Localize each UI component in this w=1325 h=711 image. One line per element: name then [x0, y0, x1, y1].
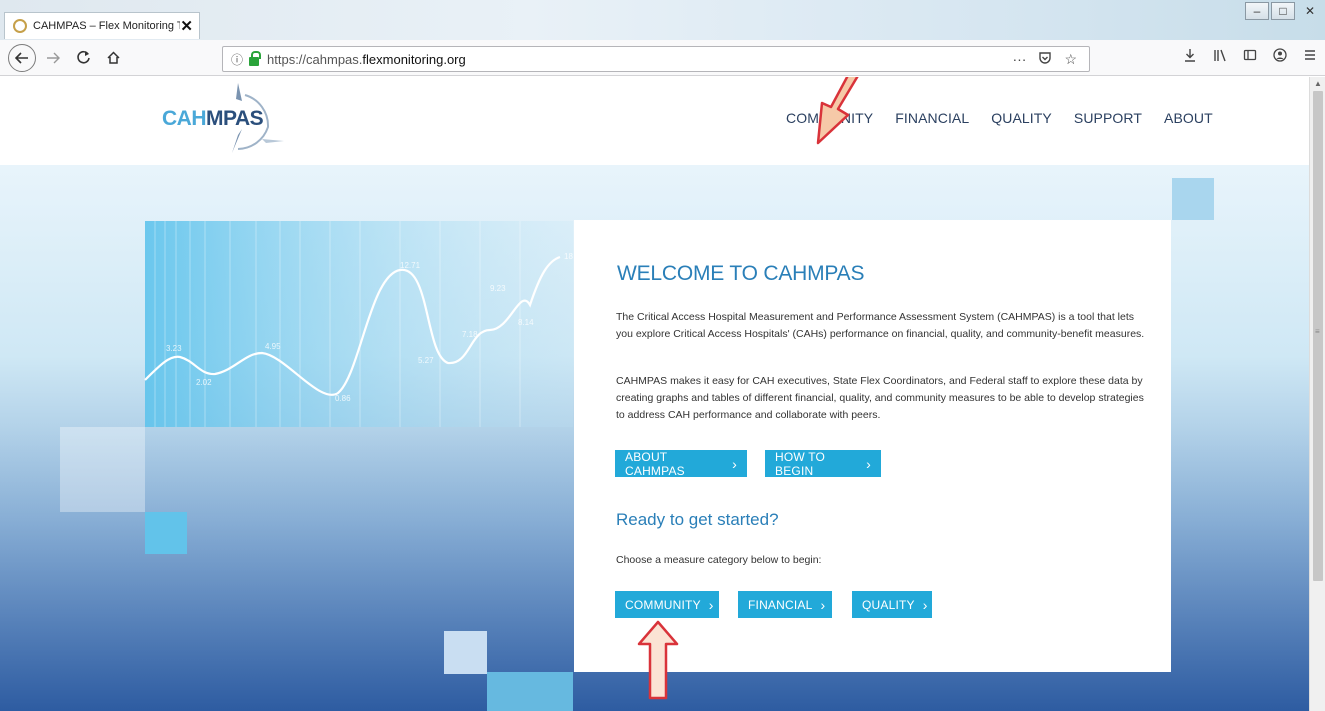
chevron-right-icon: ›: [866, 455, 871, 472]
ready-heading: Ready to get started?: [616, 510, 779, 529]
page-viewport: CAHMPAS COMMUNITY FINANCIAL QUALITY SUPP…: [0, 77, 1309, 711]
nav-about[interactable]: ABOUT: [1164, 110, 1213, 126]
window-controls: – □ ✕: [1243, 0, 1325, 24]
scrollbar-thumb[interactable]: [1313, 91, 1323, 581]
how-to-begin-button[interactable]: HOW TO BEGIN ›: [765, 449, 881, 478]
account-icon[interactable]: [1273, 48, 1287, 65]
chevron-right-icon: ›: [922, 596, 928, 613]
description-paragraph: CAHMPAS makes it easy for CAH executives…: [616, 375, 1144, 421]
tab-close-icon[interactable]: ✕: [180, 17, 193, 35]
chart-label-5: 12.71: [400, 261, 421, 270]
community-button[interactable]: COMMUNITY ›: [615, 591, 719, 618]
site-favicon-icon: [13, 19, 27, 33]
chevron-right-icon: ›: [820, 596, 826, 613]
logo-text-cah: CAH: [162, 107, 207, 130]
page-actions-icon[interactable]: ···: [1012, 51, 1026, 68]
scroll-up-icon[interactable]: ▲: [1314, 79, 1322, 88]
welcome-title: WELCOME TO CAHMPAS: [617, 262, 865, 285]
url-domain: flexmonitoring.org: [362, 51, 466, 67]
browser-tab-bar: CAHMPAS – Flex Monitoring Te ✕ – □ ✕: [0, 0, 1325, 40]
pocket-icon[interactable]: [1038, 51, 1052, 68]
nav-financial[interactable]: FINANCIAL: [895, 110, 969, 126]
downloads-icon[interactable]: [1183, 48, 1197, 65]
intro-paragraph: The Critical Access Hospital Measurement…: [616, 311, 1145, 340]
home-icon[interactable]: [100, 45, 126, 71]
chart-label-6: 5.27: [418, 356, 434, 365]
chart-label-3: 4.95: [265, 342, 281, 351]
quality-button[interactable]: QUALITY ›: [852, 591, 932, 618]
browser-tab[interactable]: CAHMPAS – Flex Monitoring Te ✕: [4, 12, 200, 39]
community-label: COMMUNITY: [625, 597, 701, 612]
welcome-card: WELCOME TO CAHMPAS The Critical Access H…: [574, 220, 1171, 700]
cahmpas-logo[interactable]: CAHMPAS: [150, 83, 290, 155]
address-bar[interactable]: ⓘ https://cahmpas.flexmonitoring.org ···…: [222, 46, 1090, 72]
chart-label-1: 3.23: [166, 344, 182, 353]
scrollbar-grip-icon: ≡: [1315, 327, 1320, 336]
about-cahmpas-button[interactable]: ABOUT CAHMPAS ›: [615, 449, 747, 478]
secure-lock-icon: [249, 50, 262, 66]
quality-label: QUALITY: [862, 597, 915, 612]
chart-label-8: 9.23: [490, 284, 506, 293]
minimize-window-button[interactable]: –: [1245, 2, 1269, 20]
chart-label-7: 7.18: [462, 330, 478, 339]
annotation-arrow-up: [637, 620, 679, 700]
how-to-begin-label: HOW TO BEGIN: [775, 449, 826, 478]
forward-arrow-icon[interactable]: [40, 45, 66, 71]
chevron-right-icon: ›: [732, 455, 737, 472]
nav-support[interactable]: SUPPORT: [1074, 110, 1142, 126]
chart-label-10: 18: [564, 252, 573, 261]
menu-icon[interactable]: [1303, 48, 1317, 65]
browser-toolbar: ⓘ https://cahmpas.flexmonitoring.org ···…: [0, 40, 1325, 76]
library-icon[interactable]: [1213, 48, 1227, 65]
bookmark-star-icon[interactable]: ☆: [1064, 51, 1077, 68]
sidebar-icon[interactable]: [1243, 48, 1257, 65]
about-cahmpas-label: ABOUT CAHMPAS: [625, 449, 685, 478]
back-arrow-icon[interactable]: [8, 43, 36, 72]
chart-label-4: 0.86: [335, 394, 351, 403]
annotation-arrow-down: [816, 77, 859, 145]
chart-label-9: 8.14: [518, 318, 534, 327]
reload-icon[interactable]: [70, 45, 96, 71]
nav-quality[interactable]: QUALITY: [991, 110, 1052, 126]
close-window-button[interactable]: ✕: [1295, 0, 1325, 22]
tab-title: CAHMPAS – Flex Monitoring Te: [33, 20, 181, 32]
financial-button[interactable]: FINANCIAL ›: [738, 591, 832, 618]
financial-label: FINANCIAL: [748, 597, 813, 612]
hero-section: 3.23 2.02 4.95 0.86 12.71 5.27 7.18 9.23…: [0, 165, 1309, 711]
site-info-icon[interactable]: ⓘ: [231, 51, 243, 68]
url-prefix: https://cahmpas.: [267, 51, 363, 67]
chart-label-2: 2.02: [196, 378, 212, 387]
chevron-right-icon: ›: [708, 596, 714, 613]
url-text: https://cahmpas.flexmonitoring.org: [267, 52, 466, 67]
site-header: CAHMPAS COMMUNITY FINANCIAL QUALITY SUPP…: [0, 77, 1309, 165]
maximize-window-button[interactable]: □: [1271, 2, 1295, 20]
logo-text-mpas: MPAS: [206, 107, 264, 130]
page-scrollbar[interactable]: ▲ ≡: [1309, 77, 1325, 711]
choose-instruction: Choose a measure category below to begin…: [616, 554, 822, 566]
